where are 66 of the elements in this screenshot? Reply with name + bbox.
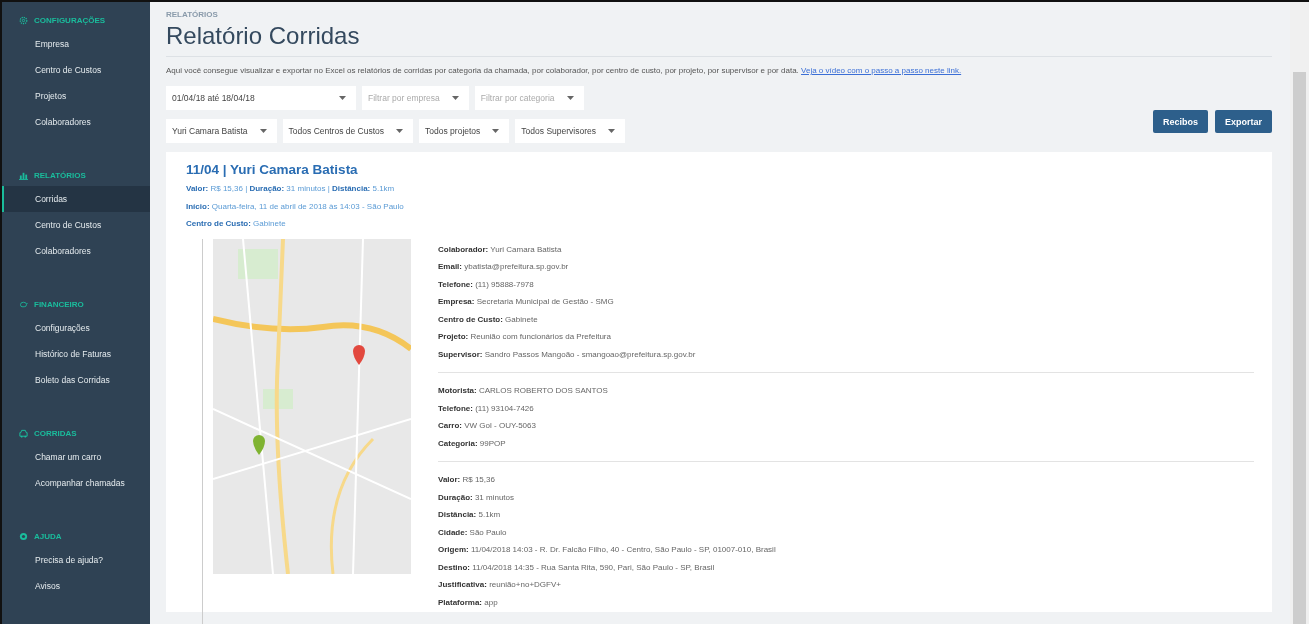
sidebar-item[interactable]: Precisa de ajuda? <box>2 547 150 573</box>
sidebar-item[interactable]: Centro de Custos <box>2 57 150 83</box>
detail-line: Email: ybatista@prefeitura.sp.gov.br <box>438 261 570 273</box>
sidebar-item[interactable]: Histórico de Faturas <box>2 341 150 367</box>
gear-icon <box>19 16 28 25</box>
sidebar-item[interactable]: Projetos <box>2 83 150 109</box>
caret-icon <box>566 96 574 100</box>
filter-dropdown[interactable]: 01/04/18 até 18/04/18 <box>166 86 356 110</box>
detail-line: Distância: 5.1km <box>438 509 502 521</box>
video-link[interactable]: Veja o vídeo com o passo a passo neste link. <box>801 66 962 75</box>
section-title: CORRIDAS <box>34 429 77 438</box>
detail-line: Valor: R$ 15,36 <box>438 474 496 486</box>
section-title: FINANCEIRO <box>34 300 84 309</box>
scrollbar[interactable] <box>1290 2 1309 624</box>
ride-summary: Valor: R$ 15,36 | Duração: 31 minutos | Distância: 5.1km <box>186 183 396 195</box>
caret-icon <box>339 96 346 100</box>
sidebar-item[interactable]: Acompanhar chamadas <box>2 470 150 496</box>
detail-line: Categoria: 99POP <box>438 437 507 450</box>
sidebar-item[interactable]: Empresa <box>2 31 150 57</box>
piggy-bank-icon <box>19 300 28 309</box>
filter-dropdown[interactable]: Todos projetos <box>419 119 510 143</box>
chart-icon <box>19 171 28 180</box>
caret-icon <box>396 129 404 133</box>
detail-line: Telefone: (11) 95888-7978 <box>438 278 535 291</box>
detail-line: Cidade: São Paulo <box>438 526 508 539</box>
detail-line: Destino: 11/04/2018 14:35 - Rua Santa Rita, 590, Pari, São Paulo - SP, Brasil <box>438 561 716 574</box>
caret-icon <box>608 129 615 133</box>
description: Aqui você consegue visualizar e exportar no Excel os relatórios de corridas por categoria da chamada, por colaborador, por centro de custo, por projeto, por supervisor e por data. Veja o vídeo com o passo a passo neste link. <box>166 66 963 75</box>
filter-dropdown[interactable]: Todos Supervisores <box>515 119 625 143</box>
detail-line: Plataforma: app <box>438 596 499 609</box>
breadcrumb: RELATÓRIOS <box>166 10 219 19</box>
detail-line: Carro: VW Gol - OUY-5063 <box>438 420 537 432</box>
car-icon <box>19 429 28 438</box>
detail-line: Colaborador: Yuri Camara Batista <box>438 243 563 256</box>
detail-line: Duração: 31 minutos <box>438 491 516 504</box>
sidebar-item[interactable]: Boleto das Corridas <box>2 367 150 393</box>
detail-line: Origem: 11/04/2018 14:03 - R. Dr. Falcão Filho, 40 - Centro, São Paulo - SP, 01007-010, Brasil <box>438 544 777 556</box>
detail-line: Empresa: Secretaria Municipal de Gestão - SMG <box>438 296 615 308</box>
filter-dropdown[interactable]: Todos Centros de Custos <box>282 119 414 143</box>
detail-line: Telefone: (11) 93104-7426 <box>438 402 535 415</box>
page-title: Relatório Corridas <box>166 22 1272 57</box>
detail-line: Supervisor: Sandro Passos Mangoão - smangoao@prefeitura.sp.gov.br <box>438 348 697 361</box>
detail-line: Motorista: CARLOS ROBERTO DOS SANTOS <box>438 385 609 397</box>
sidebar-item[interactable]: Colaboradores <box>2 238 150 264</box>
caret-icon <box>451 96 459 100</box>
section-title: CONFIGURAÇÕES <box>34 16 106 25</box>
section-title: AJUDA <box>34 532 62 541</box>
sidebar-item[interactable]: Chamar um carro <box>2 444 150 470</box>
ride-summary: Centro de Custo: Gabinete <box>186 218 287 230</box>
section-title: RELATÓRIOS <box>34 171 86 180</box>
action-button[interactable]: Exportar <box>1215 110 1272 133</box>
ride-summary: Início: Quarta-feira, 11 de abril de 2018 às 14:03 - São Paulo <box>186 200 405 213</box>
sidebar-item[interactable]: Centro de Custos <box>2 212 150 238</box>
detail-line: Justificativa: reunião+no+DGFV+ <box>438 579 562 591</box>
sidebar-item[interactable]: Colaboradores <box>2 109 150 135</box>
filter-dropdown[interactable]: Yuri Camara Batista <box>166 119 277 143</box>
sidebar-item[interactable]: Corridas <box>2 186 150 212</box>
detail-line: Projeto: Reunião com funcionários da Prefeitura <box>438 331 612 343</box>
lifebuoy-icon <box>19 532 28 541</box>
caret-icon <box>259 129 267 133</box>
caret-icon <box>492 129 500 133</box>
detail-line: Centro de Custo: Gabinete <box>438 313 539 326</box>
action-button[interactable]: Recibos <box>1152 110 1208 133</box>
ride-title: 11/04 | Yuri Camara Batista <box>186 162 359 177</box>
sidebar-item[interactable]: Configurações <box>2 315 150 341</box>
sidebar-item[interactable]: Avisos <box>2 573 150 599</box>
